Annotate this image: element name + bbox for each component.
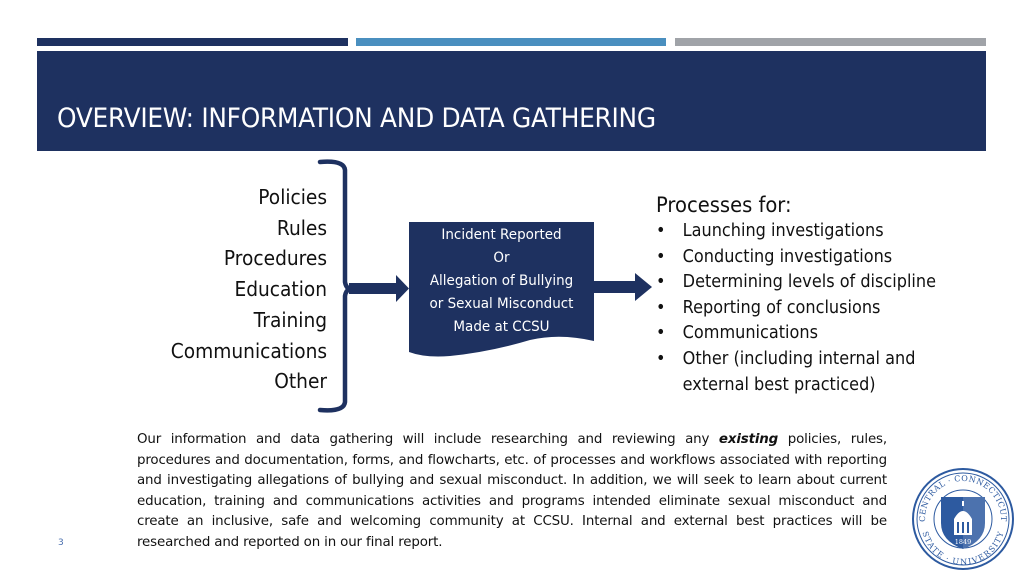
process-item: • Determining levels of discipline — [656, 270, 936, 296]
overview-paragraph: Our information and data gathering will … — [137, 432, 887, 550]
incident-box-line: Made at CCSU — [453, 319, 550, 335]
process-item: • Communications — [656, 321, 936, 347]
right-brace — [317, 159, 351, 413]
incident-box-line: or Sexual Misconduct — [429, 296, 574, 312]
bullet-icon: • — [656, 297, 666, 318]
emphasis-existing: existing — [718, 432, 779, 447]
processes-title: Processes for: — [656, 193, 792, 217]
process-item: • Reporting of conclusions — [656, 296, 936, 322]
process-item: • Conducting investigations — [656, 245, 936, 271]
incident-box-line: Or — [493, 250, 510, 266]
process-item: • Other (including internal and external b… — [656, 348, 916, 395]
bullet-icon: • — [656, 272, 666, 293]
bullet-icon: • — [656, 246, 666, 267]
processes-list: • Launching investigations • Conducting in… — [656, 219, 960, 398]
incident-box-line: Allegation of Bullying — [429, 273, 574, 289]
bullet-icon: • — [656, 221, 666, 241]
process-item: • Launching investigations — [656, 219, 936, 245]
university-seal-logo: · CENTRAL · CONNECTICUT · STATE · UNIVER… — [911, 467, 1014, 570]
processes-section: Processes for: • Launching investigations… — [656, 193, 960, 398]
incident-box-text: Incident Reported Or Allegation of Bully… — [415, 224, 587, 339]
incident-box-line: Incident Reported — [441, 227, 562, 243]
bullet-icon: • — [656, 323, 666, 344]
bullet-icon: • — [656, 348, 666, 369]
page-number: 3 — [58, 538, 64, 548]
arrow-to-processes-icon — [594, 273, 652, 301]
arrow-to-incident-icon — [349, 275, 409, 302]
seal-year: 1849 — [955, 538, 972, 546]
